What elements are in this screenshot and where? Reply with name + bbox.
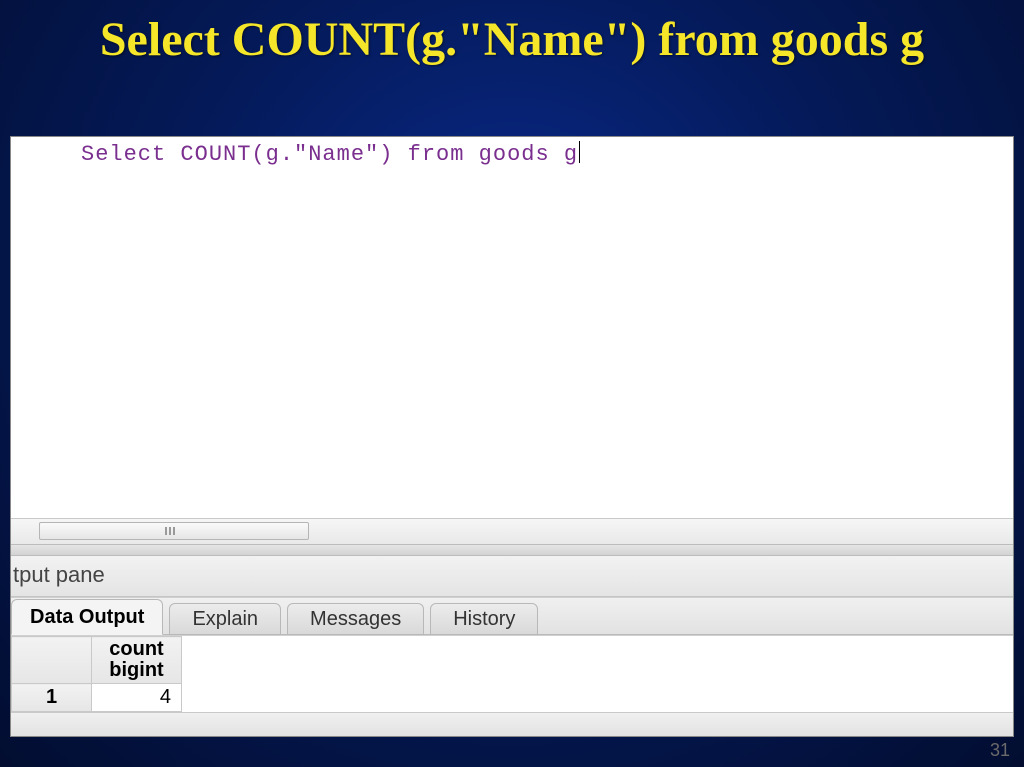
table-row[interactable]: 1 4: [12, 684, 182, 712]
result-grid: count bigint 1 4: [11, 635, 1013, 712]
grid-footer: [11, 712, 1013, 736]
tab-explain[interactable]: Explain: [169, 603, 281, 635]
pgadmin-panel: Select COUNT(g."Name") from goods g tput…: [10, 136, 1014, 737]
column-name: count: [102, 639, 171, 660]
slide-page-number: 31: [990, 740, 1010, 761]
text-caret: [579, 141, 580, 163]
slide-title: Select COUNT(g."Name") from goods g: [0, 0, 1024, 75]
pane-splitter[interactable]: [11, 544, 1013, 556]
sql-text: Select COUNT(g."Name") from goods g: [81, 142, 578, 167]
tab-messages[interactable]: Messages: [287, 603, 424, 635]
editor-horizontal-scrollbar[interactable]: [11, 518, 1013, 544]
column-type: bigint: [102, 660, 171, 681]
column-header-count[interactable]: count bigint: [92, 637, 182, 684]
tab-data-output[interactable]: Data Output: [11, 599, 163, 635]
tab-history[interactable]: History: [430, 603, 538, 635]
output-pane-title: tput pane: [11, 556, 1013, 597]
cell-value[interactable]: 4: [92, 684, 182, 712]
output-tabs: Data Output Explain Messages History: [11, 597, 1013, 635]
scrollbar-thumb[interactable]: [39, 522, 309, 540]
sql-editor[interactable]: Select COUNT(g."Name") from goods g: [11, 137, 1013, 518]
corner-header: [12, 637, 92, 684]
row-number: 1: [12, 684, 92, 712]
